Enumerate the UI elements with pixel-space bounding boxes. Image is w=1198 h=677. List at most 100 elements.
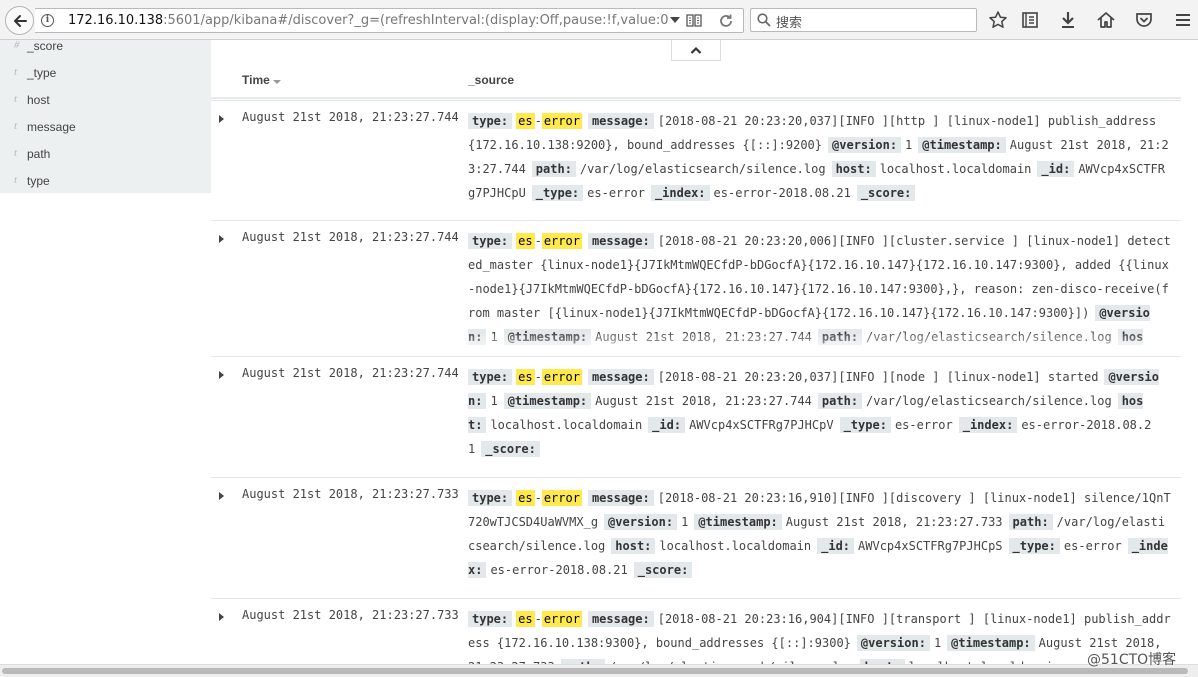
field-key: type: (468, 369, 513, 385)
field-value: 1 (681, 515, 689, 529)
time-cell: August 21st 2018, 21:23:27.733 (242, 608, 459, 622)
string-field-icon: t (14, 147, 18, 159)
expand-row-icon[interactable] (219, 371, 224, 379)
scrollbar-thumb[interactable] (2, 668, 1188, 674)
sort-desc-icon[interactable] (273, 80, 281, 84)
field-item-type-meta[interactable]: t _type (0, 66, 211, 93)
field-value: es-error (516, 233, 582, 249)
time-column-header[interactable]: Time (242, 73, 270, 87)
field-value: 1 (490, 394, 498, 408)
field-name: type (27, 174, 50, 188)
field-value: es-error-2018.08.21 (490, 563, 628, 577)
source-cell: type: es - error message: [2018-08-21 20:23:2… (468, 109, 1171, 205)
reload-icon[interactable] (718, 13, 734, 29)
expand-row-icon[interactable] (219, 115, 224, 123)
field-key: _score: (856, 185, 916, 201)
source-column-header: _source (468, 73, 515, 87)
expand-row-icon[interactable] (219, 492, 224, 500)
source-cell: type: es - error message: [2018-08-21 20:23:2… (468, 365, 1171, 461)
field-key: message: (587, 490, 654, 506)
search-highlight: es (516, 611, 535, 627)
field-key: @timestamp: (694, 514, 782, 530)
field-key: message: (587, 369, 654, 385)
search-highlight: error (541, 369, 582, 385)
time-cell: August 21st 2018, 21:23:27.744 (242, 110, 459, 124)
field-item-score[interactable]: # _score (0, 39, 211, 66)
search-highlight: error (541, 233, 582, 249)
browser-toolbar: i 172.16.10.138:5601/app/kibana#/discove… (0, 0, 1198, 40)
field-item-host[interactable]: t host (0, 93, 211, 120)
number-field-icon: # (14, 39, 20, 51)
string-field-icon: t (14, 93, 18, 105)
back-button[interactable] (5, 6, 34, 35)
url-history-dropdown-icon[interactable] (670, 17, 680, 23)
field-item-message[interactable]: t message (0, 120, 211, 147)
search-highlight: es (516, 233, 535, 249)
download-icon[interactable] (1058, 10, 1078, 30)
field-key: message: (587, 611, 654, 627)
search-highlight: es (516, 369, 535, 385)
search-icon (757, 13, 771, 27)
time-cell: August 21st 2018, 21:23:27.744 (242, 230, 459, 244)
field-value: localhost.localdomain (879, 162, 1032, 176)
field-item-path[interactable]: t path (0, 147, 211, 174)
field-name: _score (27, 39, 64, 53)
string-field-icon: t (14, 120, 18, 132)
site-info-icon[interactable]: i (41, 14, 54, 27)
field-key: @timestamp: (503, 393, 592, 409)
field-key: type: (468, 490, 513, 506)
address-bar[interactable]: i 172.16.10.138:5601/app/kibana#/discove… (35, 8, 744, 33)
field-key: @timestamp: (947, 635, 1035, 651)
source-cell: type: es - error message: [2018-08-21 20:23:2… (468, 229, 1171, 350)
field-key: @version: (828, 137, 902, 153)
field-key: type: (468, 113, 513, 129)
bookmarks-library-icon[interactable] (1020, 10, 1040, 30)
field-key: _id: (1037, 161, 1075, 177)
field-name: host (27, 93, 50, 107)
field-value: es-error-2018.08.21 (713, 186, 851, 200)
bookmark-star-icon[interactable] (988, 10, 1008, 30)
search-highlight: error (541, 113, 582, 129)
chevron-up-icon (690, 46, 702, 54)
table-row: August 21st 2018, 21:23:27.744 type: es - e… (211, 356, 1181, 477)
field-value: 1 (905, 138, 913, 152)
search-highlight: error (541, 611, 582, 627)
home-icon[interactable] (1096, 10, 1116, 30)
time-cell: August 21st 2018, 21:23:27.733 (242, 487, 459, 501)
field-key: _id: (648, 417, 686, 433)
expand-row-icon[interactable] (219, 613, 224, 621)
pocket-icon[interactable] (1134, 10, 1154, 30)
field-value: AWVcp4xSCTFRg7PJHCpV (689, 418, 834, 432)
field-value: es-error (516, 113, 582, 129)
field-key: @version: (604, 514, 678, 530)
horizontal-scrollbar[interactable] (0, 664, 1198, 677)
discover-doc-table: Time _source August 21st 2018, 21:23:27.… (211, 40, 1198, 664)
field-key: message: (587, 233, 654, 249)
field-value: es-error (516, 369, 582, 385)
field-value: es-error (516, 611, 582, 627)
field-key: host: (611, 538, 656, 554)
menu-icon[interactable] (1173, 10, 1193, 30)
field-value: es-error (587, 186, 645, 200)
url-host: 172.16.10.138 (68, 13, 164, 28)
field-key: _id: (817, 538, 855, 554)
field-value: AWVcp4xSCTFRg7PJHCpS (858, 539, 1003, 553)
field-key: _score: (481, 441, 540, 457)
field-name: message (27, 120, 76, 134)
search-highlight: es (516, 490, 535, 506)
reader-view-icon[interactable] (686, 14, 702, 27)
url-text[interactable]: 172.16.10.138:5601/app/kibana#/discover?… (68, 13, 668, 28)
watermark: @51CTO博客 (1087, 652, 1177, 668)
back-arrow-icon (14, 15, 27, 27)
expand-row-icon[interactable] (219, 235, 224, 243)
collapse-chart-button[interactable] (671, 40, 721, 61)
field-item-type[interactable]: t type (0, 174, 211, 201)
field-key: _index: (958, 417, 1018, 433)
search-box[interactable]: 搜索 (750, 8, 977, 32)
field-value: August 21st 2018, 21:23:27.744 (595, 394, 812, 408)
field-key: _index: (650, 185, 710, 201)
string-field-icon: t (14, 174, 18, 186)
field-key: _type: (531, 185, 584, 201)
field-list-sidebar: # _score t _type t host t message t path… (0, 39, 211, 193)
field-key: _type: (839, 417, 891, 433)
